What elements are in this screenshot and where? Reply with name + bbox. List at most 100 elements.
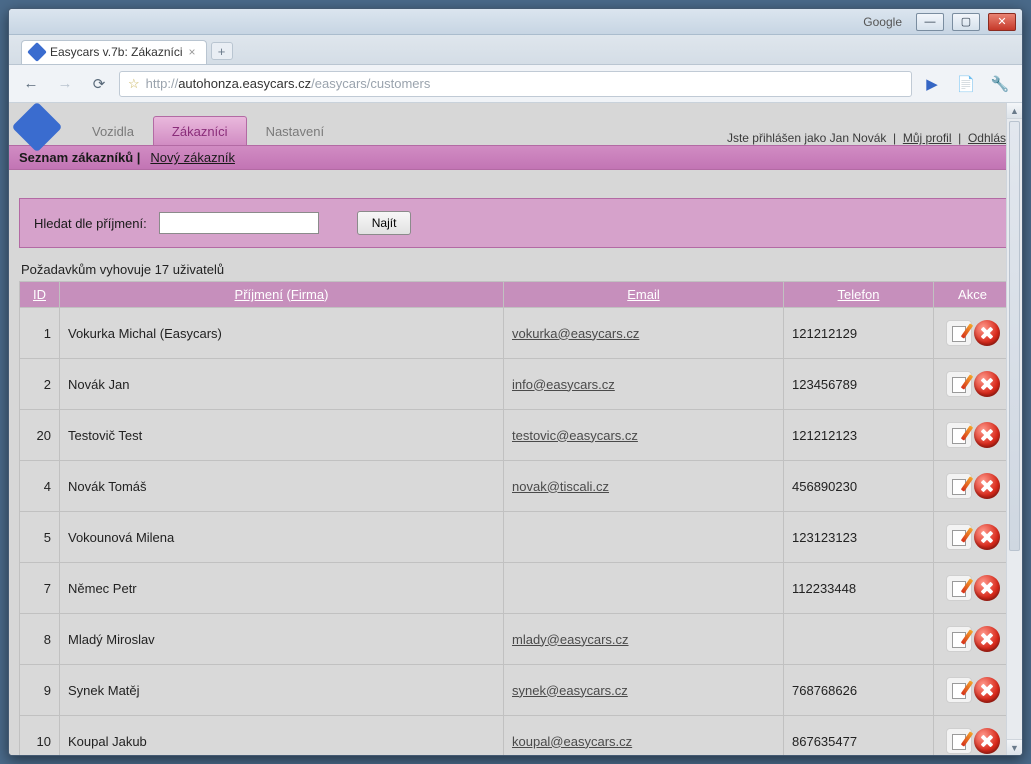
cell-phone — [784, 614, 934, 665]
cell-name: Novák Jan — [60, 359, 504, 410]
table-row: 10Koupal Jakubkoupal@easycars.cz86763547… — [20, 716, 1012, 756]
col-id-sort[interactable]: ID — [33, 287, 46, 302]
email-link[interactable]: synek@easycars.cz — [512, 683, 628, 698]
page-menu-button[interactable]: 📄 — [952, 71, 980, 97]
delete-icon[interactable] — [974, 575, 1000, 601]
search-input[interactable] — [159, 212, 319, 234]
delete-icon[interactable] — [974, 422, 1000, 448]
cell-name: Vokurka Michal (Easycars) — [60, 308, 504, 359]
results-count: Požadavkům vyhovuje 17 uživatelů — [21, 262, 1010, 277]
cell-phone: 121212129 — [784, 308, 934, 359]
edit-icon[interactable] — [946, 677, 972, 703]
wrench-menu-button[interactable]: 🔧 — [986, 71, 1014, 97]
col-phone-sort[interactable]: Telefon — [838, 287, 880, 302]
table-row: 1Vokurka Michal (Easycars)vokurka@easyca… — [20, 308, 1012, 359]
cell-id: 2 — [20, 359, 60, 410]
vertical-scrollbar[interactable]: ▲ ▼ — [1006, 103, 1022, 755]
browser-tab-active[interactable]: Easycars v.7b: Zákazníci × — [21, 40, 207, 64]
edit-icon[interactable] — [946, 524, 972, 550]
table-row: 2Novák Janinfo@easycars.cz123456789 — [20, 359, 1012, 410]
bookmark-star-icon[interactable]: ☆ — [128, 76, 140, 92]
search-button[interactable]: Najít — [357, 211, 412, 235]
browser-tab-title: Easycars v.7b: Zákazníci — [50, 45, 183, 59]
table-row: 8Mladý Miroslavmlady@easycars.cz — [20, 614, 1012, 665]
login-info: Jste přihlášen jako Jan Novák | Můj prof… — [727, 131, 1012, 145]
edit-icon[interactable] — [946, 728, 972, 754]
my-profile-link[interactable]: Můj profil — [903, 131, 952, 145]
cell-email — [504, 563, 784, 614]
nav-tab-customers[interactable]: Zákazníci — [153, 116, 247, 145]
customer-list-label: Seznam zákazníků | — [19, 150, 140, 165]
cell-phone: 121212123 — [784, 410, 934, 461]
email-link[interactable]: koupal@easycars.cz — [512, 734, 632, 749]
nav-tab-settings[interactable]: Nastavení — [247, 116, 344, 145]
cell-phone: 123123123 — [784, 512, 934, 563]
delete-icon[interactable] — [974, 371, 1000, 397]
cell-phone: 456890230 — [784, 461, 934, 512]
edit-icon[interactable] — [946, 371, 972, 397]
col-surname-sort[interactable]: Příjmení — [235, 287, 283, 302]
delete-icon[interactable] — [974, 728, 1000, 754]
cell-id: 7 — [20, 563, 60, 614]
nav-reload-button[interactable]: ⟳ — [85, 71, 113, 97]
col-actions: Akce — [934, 282, 1012, 308]
delete-icon[interactable] — [974, 626, 1000, 652]
google-label: Google — [863, 15, 902, 29]
edit-icon[interactable] — [946, 422, 972, 448]
window-minimize-button[interactable]: — — [916, 13, 944, 31]
cell-id: 20 — [20, 410, 60, 461]
new-customer-link[interactable]: Nový zákazník — [150, 150, 235, 165]
email-link[interactable]: vokurka@easycars.cz — [512, 326, 639, 341]
delete-icon[interactable] — [974, 677, 1000, 703]
cell-email — [504, 512, 784, 563]
col-email-sort[interactable]: Email — [627, 287, 660, 302]
edit-icon[interactable] — [946, 575, 972, 601]
delete-icon[interactable] — [974, 320, 1000, 346]
logged-in-text: Jste přihlášen jako Jan Novák — [727, 131, 886, 145]
edit-icon[interactable] — [946, 473, 972, 499]
go-button[interactable]: ▶ — [918, 71, 946, 97]
cell-actions — [934, 665, 1012, 716]
page-header: Vozidla Zákazníci Nastavení Jste přihláš… — [9, 103, 1022, 145]
cell-actions — [934, 461, 1012, 512]
cell-actions — [934, 563, 1012, 614]
scroll-up-button[interactable]: ▲ — [1007, 103, 1022, 119]
cell-actions — [934, 716, 1012, 756]
new-tab-button[interactable]: + — [211, 42, 233, 60]
cell-id: 9 — [20, 665, 60, 716]
cell-id: 8 — [20, 614, 60, 665]
delete-icon[interactable] — [974, 524, 1000, 550]
page-content: Vozidla Zákazníci Nastavení Jste přihláš… — [9, 103, 1022, 755]
email-link[interactable]: info@easycars.cz — [512, 377, 615, 392]
cell-id: 5 — [20, 512, 60, 563]
browser-window: Google — ▢ ✕ Easycars v.7b: Zákazníci × … — [8, 8, 1023, 756]
delete-icon[interactable] — [974, 473, 1000, 499]
window-close-button[interactable]: ✕ — [988, 13, 1016, 31]
favicon-icon — [27, 42, 47, 62]
email-link[interactable]: novak@tiscali.cz — [512, 479, 609, 494]
cell-name: Synek Matěj — [60, 665, 504, 716]
table-row: 7Němec Petr112233448 — [20, 563, 1012, 614]
scroll-thumb[interactable] — [1009, 121, 1020, 551]
scroll-down-button[interactable]: ▼ — [1007, 739, 1022, 755]
cell-email: info@easycars.cz — [504, 359, 784, 410]
cell-id: 10 — [20, 716, 60, 756]
edit-icon[interactable] — [946, 626, 972, 652]
edit-icon[interactable] — [946, 320, 972, 346]
email-link[interactable]: testovic@easycars.cz — [512, 428, 638, 443]
cell-name: Testovič Test — [60, 410, 504, 461]
tab-close-icon[interactable]: × — [189, 45, 196, 59]
email-link[interactable]: mlady@easycars.cz — [512, 632, 629, 647]
col-company-sort[interactable]: Firma — [291, 287, 324, 302]
search-panel: Hledat dle příjmení: Najít — [19, 198, 1012, 248]
nav-back-button[interactable]: ← — [17, 71, 45, 97]
cell-name: Novák Tomáš — [60, 461, 504, 512]
window-maximize-button[interactable]: ▢ — [952, 13, 980, 31]
url-host: autohonza.easycars.cz — [178, 76, 311, 91]
cell-phone: 112233448 — [784, 563, 934, 614]
nav-forward-button[interactable]: → — [51, 71, 79, 97]
sub-nav-bar: Seznam zákazníků | Nový zákazník — [9, 145, 1022, 170]
url-bar[interactable]: ☆ http://autohonza.easycars.cz/easycars/… — [119, 71, 912, 97]
table-row: 5Vokounová Milena123123123 — [20, 512, 1012, 563]
nav-tab-vehicles[interactable]: Vozidla — [73, 116, 153, 145]
